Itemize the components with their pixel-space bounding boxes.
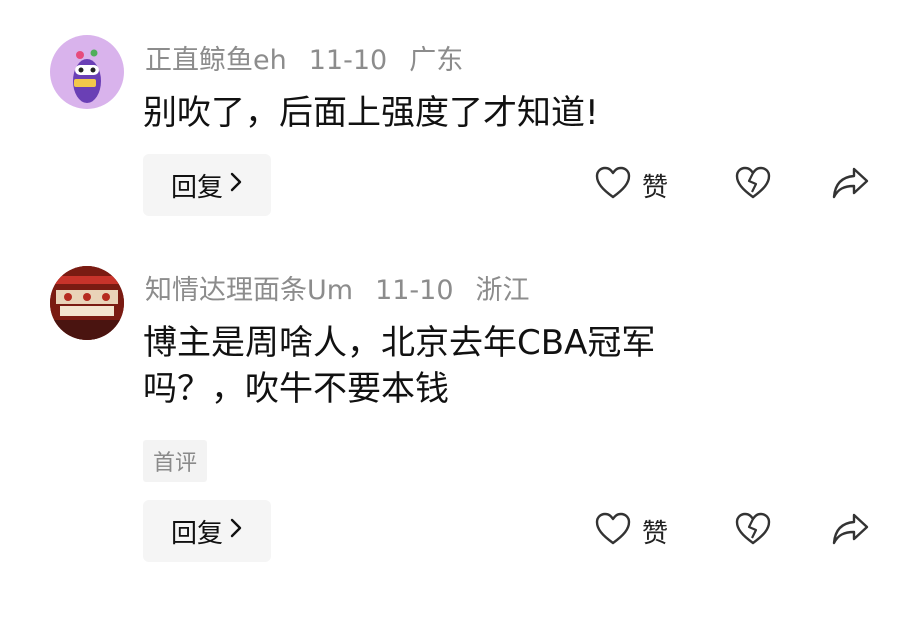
- share-button[interactable]: [830, 160, 870, 210]
- comment-text-line: 别吹了，后面上强度了才知道!: [143, 93, 599, 133]
- comment-text-line: 博主是周啥人，北京去年CBA冠军: [143, 323, 656, 363]
- reply-button[interactable]: 回复: [143, 154, 271, 216]
- share-arrow-icon: [830, 511, 870, 551]
- comment-date: 11-10: [375, 275, 454, 306]
- comment-meta: 知情达理面条Um 11-10 浙江: [145, 268, 552, 307]
- heart-icon: [594, 165, 632, 205]
- broken-heart-icon: [734, 165, 772, 205]
- like-label: 赞: [642, 172, 669, 203]
- username[interactable]: 正直鲸鱼eh: [145, 45, 287, 76]
- chevron-right-icon: [229, 171, 243, 199]
- comment-meta: 正直鲸鱼eh 11-10 广东: [145, 38, 485, 77]
- comment-date: 11-10: [308, 45, 388, 76]
- username[interactable]: 知情达理面条Um: [145, 275, 353, 306]
- comment-item: 知情达理面条Um 11-10 浙江 博主是周啥人，北京去年CBA冠军 吗？，吹牛不要…: [0, 250, 922, 580]
- comment-location: 浙江: [475, 275, 530, 306]
- share-button[interactable]: [830, 506, 870, 556]
- reply-label: 回复: [170, 518, 223, 549]
- avatar[interactable]: [50, 266, 124, 340]
- first-comment-badge: 首评: [143, 440, 208, 482]
- like-button[interactable]: 赞: [594, 506, 668, 556]
- dislike-button[interactable]: [734, 160, 772, 210]
- broken-heart-icon: [734, 511, 772, 551]
- share-arrow-icon: [830, 165, 870, 205]
- like-label: 赞: [642, 518, 669, 549]
- like-button[interactable]: 赞: [594, 160, 668, 210]
- reply-label: 回复: [170, 172, 223, 203]
- comment-text-line: 吗？，吹牛不要本钱: [143, 369, 449, 409]
- comment-text: 博主是周啥人，北京去年CBA冠军 吗？，吹牛不要本钱: [143, 320, 655, 412]
- chevron-right-icon: [229, 517, 243, 545]
- dislike-button[interactable]: [734, 506, 772, 556]
- comment-location: 广东: [409, 45, 464, 76]
- heart-icon: [594, 511, 632, 551]
- avatar[interactable]: [50, 35, 124, 109]
- reply-button[interactable]: 回复: [143, 500, 271, 562]
- comment-item: 正直鲸鱼eh 11-10 广东 别吹了，后面上强度了才知道! 回复 赞: [0, 0, 922, 240]
- comment-text: 别吹了，后面上强度了才知道!: [143, 90, 599, 136]
